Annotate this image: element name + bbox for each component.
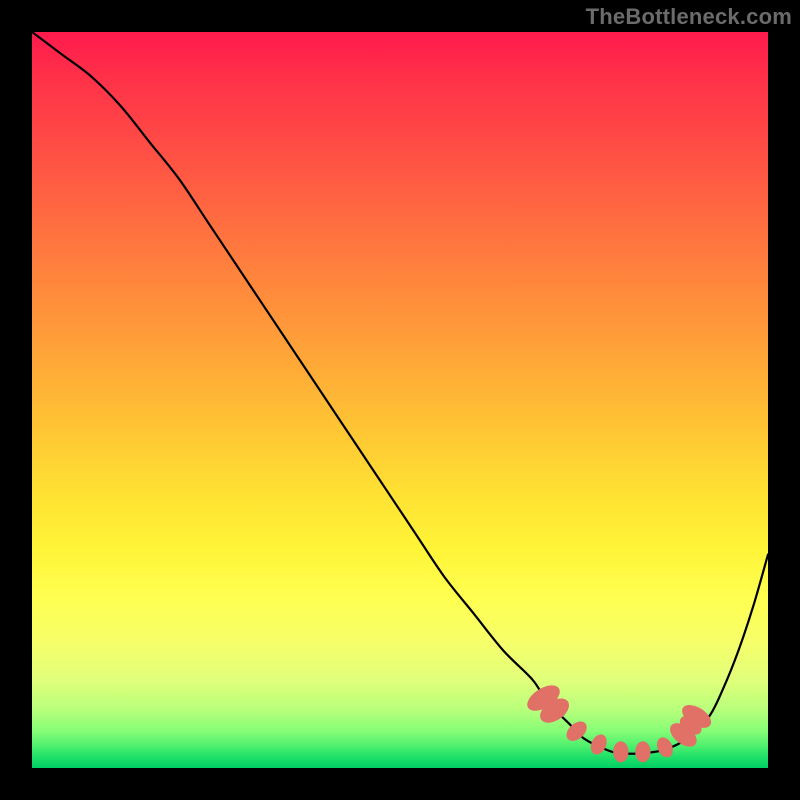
- highlight-marker: [613, 741, 628, 762]
- plot-area: [32, 32, 768, 768]
- bottleneck-curve: [32, 32, 768, 754]
- highlight-marker: [635, 741, 650, 762]
- watermark-text: TheBottleneck.com: [586, 4, 792, 30]
- highlight-marker: [588, 732, 610, 757]
- curve-svg: [32, 32, 768, 768]
- chart-container: TheBottleneck.com: [0, 0, 800, 800]
- marker-group: [523, 680, 715, 762]
